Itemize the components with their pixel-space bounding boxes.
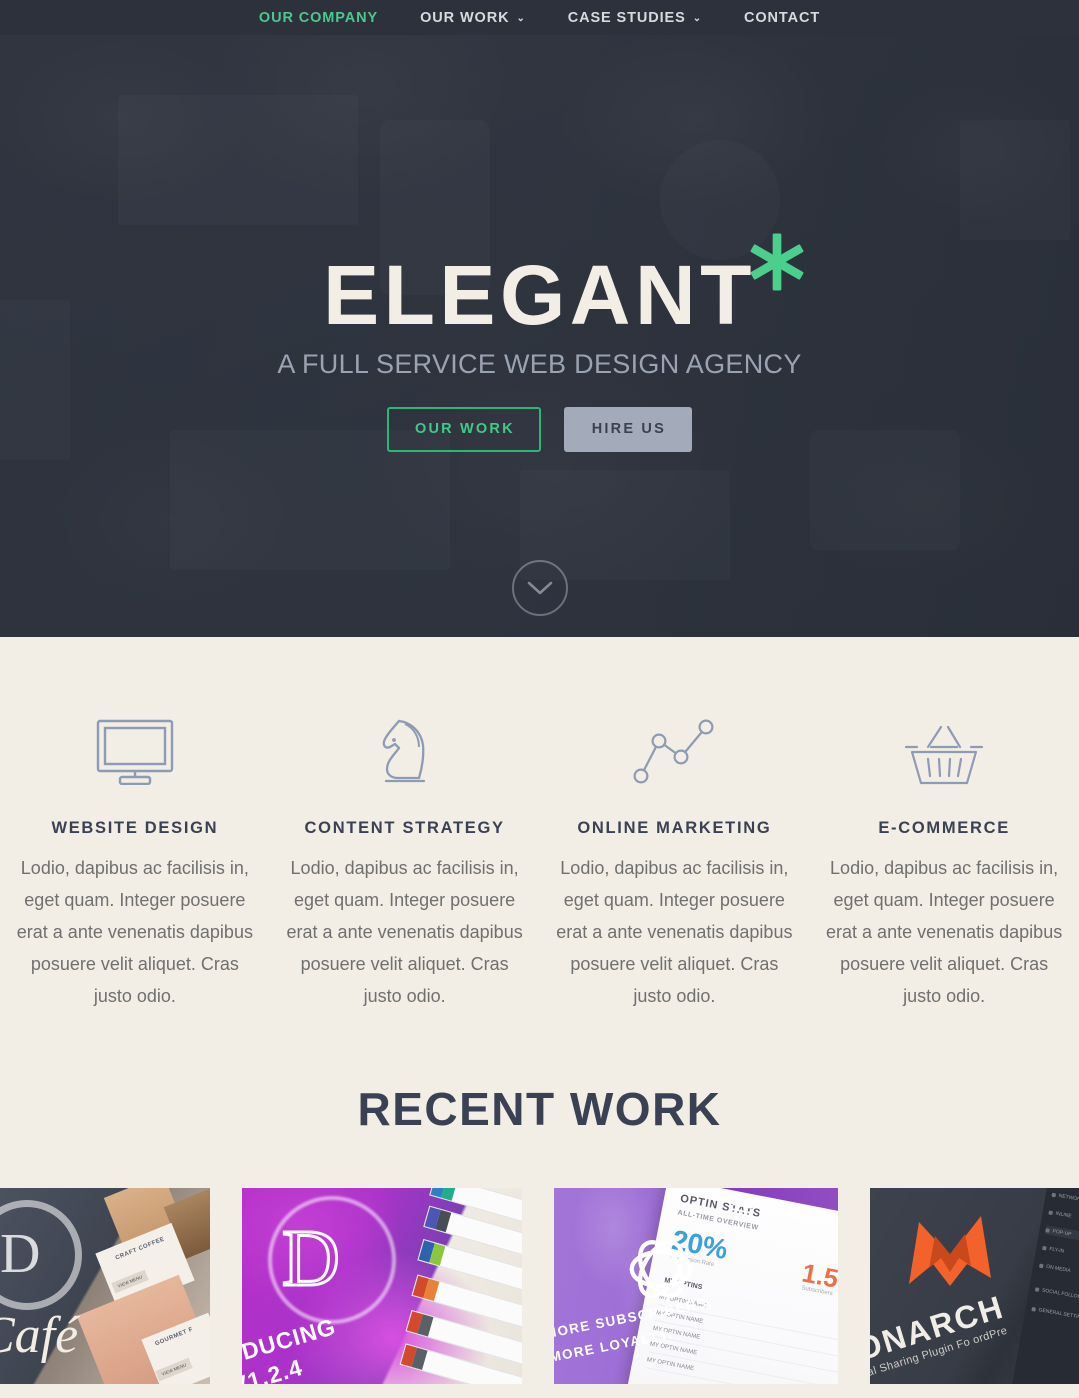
menu-item-label: SOCIAL FOLLOW [1041, 1287, 1079, 1300]
divi-logo-letter: D [281, 1214, 342, 1305]
portfolio-item-bloom-project[interactable]: OPTIN STATS ALL-TIME OVERVIEW 20% Conver… [554, 1188, 838, 1384]
service-body: Lodio, dapibus ac facilisis in, eget qua… [556, 858, 793, 1006]
hero-subtitle: A FULL SERVICE WEB DESIGN AGENCY [277, 349, 802, 379]
nav-item-contact[interactable]: CONTACT [723, 10, 841, 26]
menu-item-label: ON MEDIA [1045, 1263, 1072, 1274]
service-e-commerce: E-COMMERCE Lodio, dapibus ac facilisis i… [809, 705, 1079, 1012]
line-chart-icon [556, 705, 794, 785]
menu-item-label: GENERAL SETTINGS [1038, 1306, 1079, 1322]
nav-item-label: CONTACT [743, 9, 821, 26]
nav-item-our-work[interactable]: OUR WORK ⌄ [399, 10, 547, 26]
nav-item-label: OUR WORK [420, 9, 510, 26]
our-work-button[interactable]: OUR WORK [387, 407, 541, 452]
menu-item-label: INLINE [1055, 1210, 1073, 1219]
scroll-down-button[interactable] [511, 560, 568, 616]
service-title: WEBSITE DESIGN [51, 819, 219, 837]
hero-buttons: OUR WORK HIRE US [387, 407, 692, 452]
nav-item-label: CASE STUDIES [567, 9, 686, 26]
menu-item-label: FLY-IN [1048, 1245, 1065, 1255]
service-website-design: WEBSITE DESIGN Lodio, dapibus ac facilis… [0, 705, 270, 1012]
portfolio-item-cafe-project[interactable]: CRAFT COFFEE GOURMET F VIEW MENU VIEW ME… [0, 1188, 210, 1384]
service-title: E-COMMERCE [878, 819, 1010, 837]
services-section: WEBSITE DESIGN Lodio, dapibus ac facilis… [0, 637, 1079, 1012]
chevron-down-icon [527, 581, 552, 595]
recent-work-heading: RECENT WORK [357, 1083, 722, 1135]
hire-us-button[interactable]: HIRE US [563, 407, 692, 452]
service-content-strategy: CONTENT STRATEGY Lodio, dapibus ac facil… [270, 705, 540, 1012]
service-body: Lodio, dapibus ac facilisis in, eget qua… [826, 858, 1063, 1006]
hero-title-wrap: ELEGANT [323, 233, 804, 342]
portfolio-item-monarch-project[interactable]: NETWORKS INLINE POP-UP FLY-IN ON MEDIA S… [870, 1188, 1079, 1384]
service-title: ONLINE MARKETING [577, 819, 772, 837]
portfolio-item-divi-project[interactable]: D ODUCING V1.2.4 [242, 1188, 522, 1384]
nav-item-label: OUR COMPANY [258, 9, 379, 26]
nav-item-case-studies[interactable]: CASE STUDIES ⌄ [547, 10, 723, 26]
shopping-basket-icon [825, 705, 1063, 785]
chevron-down-icon: ⌄ [692, 12, 702, 24]
service-body: Lodio, dapibus ac facilisis in, eget qua… [286, 858, 523, 1006]
menu-item-label: NETWORKS [1058, 1192, 1079, 1204]
nav-item-our-company[interactable]: OUR COMPANY [238, 10, 399, 26]
cafe-logo-letter: D [0, 1223, 41, 1285]
service-title: CONTENT STRATEGY [304, 819, 505, 837]
chess-knight-icon [286, 705, 524, 785]
chevron-down-icon: ⌄ [516, 12, 526, 24]
menu-item-label: POP-UP [1052, 1227, 1072, 1238]
monitor-icon [16, 705, 254, 785]
page-title: ELEGANT [323, 248, 756, 342]
cafe-wordmark: Café [0, 1307, 79, 1364]
portfolio-grid: CRAFT COFFEE GOURMET F VIEW MENU VIEW ME… [0, 1188, 1079, 1384]
main-navigation: OUR COMPANY OUR WORK ⌄ CASE STUDIES ⌄ CO… [0, 0, 1079, 35]
hero-section: ELEGANT A FULL SERVICE WEB DESIGN AGENCY… [0, 0, 1079, 637]
service-body: Lodio, dapibus ac facilisis in, eget qua… [16, 858, 253, 1006]
service-online-marketing: ONLINE MARKETING Lodio, dapibus ac facil… [540, 705, 810, 1012]
